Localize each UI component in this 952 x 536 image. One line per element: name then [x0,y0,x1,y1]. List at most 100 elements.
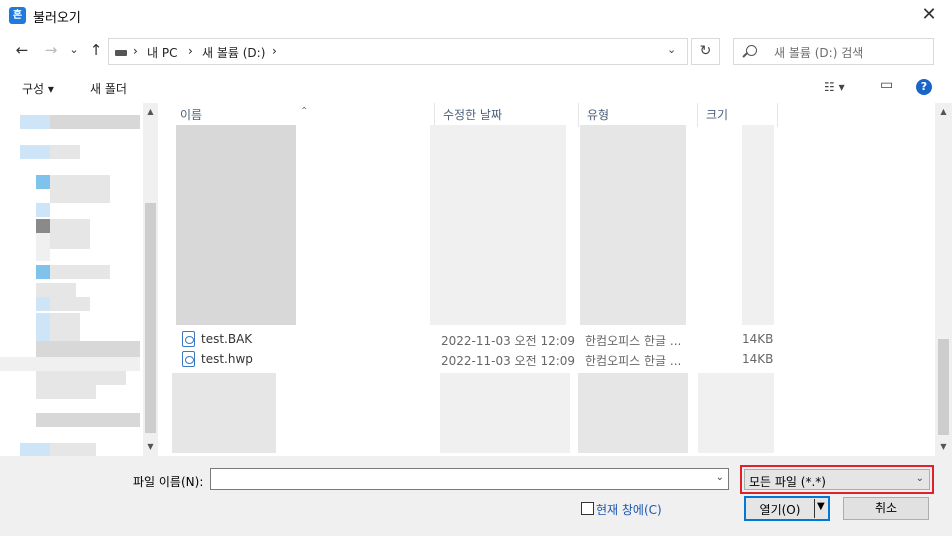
file-date: 2022-11-03 오전 12:09 [441,354,576,368]
forward-arrow-icon[interactable]: → [41,40,61,60]
scroll-down-icon[interactable]: ▼ [936,440,951,454]
breadcrumb-separator[interactable]: › [133,44,138,58]
search-input[interactable]: 새 볼륨 (D:) 검색 [774,44,863,61]
nav-item[interactable] [20,145,50,159]
search-icon [746,45,757,56]
list-item[interactable] [440,373,570,453]
dialog-footer: 파일 이름(N): ⌄ 모든 파일 (*.*) ⌄ 현재 창에(C) 열기(O)… [0,456,952,536]
filename-input[interactable]: ⌄ [210,468,729,490]
filename-label: 파일 이름(N): [133,475,204,489]
nav-item[interactable] [50,443,96,456]
nav-item[interactable] [50,313,80,343]
breadcrumb-volume-d[interactable]: 새 볼륨 (D:) [202,44,265,61]
scrollbar-thumb[interactable] [145,203,156,433]
nav-item[interactable] [36,297,50,311]
scroll-up-icon[interactable]: ▲ [143,105,158,119]
scrollbar-thumb[interactable] [938,339,949,435]
file-type: 한컴오피스 한글 ... [585,354,682,368]
file-size: 14KB [742,352,774,366]
file-list-scrollbar[interactable]: ▲ ▼ [935,103,952,456]
nav-item[interactable] [36,413,140,427]
file-list[interactable]: 이름 ⌃ 수정한 날짜 유형 크기 test.BAK 2022-11-03 오전… [158,103,935,456]
file-type-filter-highlight: 모든 파일 (*.*) ⌄ [740,465,934,494]
file-name: test.hwp [201,352,253,366]
preview-pane-icon[interactable]: ▭ [880,77,893,93]
chevron-down-icon[interactable]: ⌄ [716,472,724,483]
open-options-dropdown-icon[interactable]: ▼ [817,501,825,512]
column-header-size[interactable]: 크기 [698,103,778,127]
address-dropdown-chevron-icon[interactable]: ⌄ [667,43,676,56]
nav-item[interactable] [36,371,126,385]
open-button[interactable]: 열기(O) ▼ [744,496,830,521]
list-item[interactable] [172,373,276,453]
nav-item[interactable] [36,313,50,343]
nav-item[interactable] [36,219,50,233]
back-arrow-icon[interactable]: ← [12,40,32,60]
new-folder-button[interactable]: 새 폴더 [90,80,127,97]
file-type-filter-value: 모든 파일 (*.*) [749,475,826,489]
nav-item[interactable] [0,357,140,371]
scroll-down-icon[interactable]: ▼ [143,440,158,454]
scroll-up-icon[interactable]: ▲ [936,105,951,119]
nav-item[interactable] [50,115,140,129]
current-window-label[interactable]: 현재 창에(C) [596,501,662,518]
help-icon[interactable]: ? [916,79,932,95]
up-arrow-icon[interactable]: ↑ [86,40,106,60]
view-options-icon[interactable]: ☷ ▾ [824,80,845,94]
list-item[interactable] [698,373,774,453]
nav-item[interactable] [36,341,140,357]
address-bar[interactable]: › 내 PC › 새 볼륨 (D:) › ⌄ [108,38,688,65]
drive-icon [115,50,127,56]
breadcrumb-this-pc[interactable]: 내 PC [147,44,177,61]
nav-item[interactable] [20,115,50,129]
nav-item[interactable] [36,385,96,399]
nav-item[interactable] [36,233,50,261]
navigation-bar: ← → ⌄ ↑ › 내 PC › 새 볼륨 (D:) › ⌄ ↻ 새 볼륨 (D… [0,33,952,69]
list-item[interactable] [580,125,686,325]
nav-item[interactable] [50,265,110,279]
list-item[interactable] [578,373,688,453]
window-title: 불러오기 [33,11,81,26]
nav-item[interactable] [36,265,50,279]
column-header-date[interactable]: 수정한 날짜 [435,103,579,127]
file-date: 2022-11-03 오전 12:09 [441,334,576,348]
table-row[interactable]: test.hwp 2022-11-03 오전 12:09 한컴오피스 한글 ..… [174,349,774,369]
navigation-pane-scrollbar[interactable]: ▲ ▼ [143,103,158,456]
cancel-button[interactable]: 취소 [843,497,929,520]
nav-item[interactable] [36,175,50,189]
recent-locations-chevron-icon[interactable]: ⌄ [64,40,84,60]
search-box[interactable]: 새 볼륨 (D:) 검색 [733,38,934,65]
breadcrumb-separator[interactable]: › [272,44,277,58]
nav-item[interactable] [36,203,50,217]
column-header-name[interactable]: 이름 ⌃ [172,103,435,127]
nav-item[interactable] [50,219,90,249]
close-icon[interactable]: ✕ [914,3,944,27]
nav-item[interactable] [50,297,90,311]
file-size: 14KB [742,332,774,346]
sort-ascending-icon: ⌃ [300,106,309,117]
file-type: 한컴오피스 한글 ... [585,334,682,348]
hwp-file-icon [182,331,195,347]
current-window-checkbox[interactable] [581,502,594,515]
hancom-app-icon: 흔 [9,7,26,24]
organize-menu-button[interactable]: 구성 ▾ [22,80,54,97]
column-header-type[interactable]: 유형 [579,103,698,127]
file-type-filter-select[interactable]: 모든 파일 (*.*) ⌄ [744,469,930,490]
breadcrumb-separator[interactable]: › [188,44,193,58]
nav-item[interactable] [36,283,76,297]
title-bar: 흔 불러오기 ✕ [0,0,952,31]
list-item[interactable] [742,125,774,325]
nav-item[interactable] [50,145,80,159]
nav-item[interactable] [20,443,50,456]
table-row[interactable]: test.BAK 2022-11-03 오전 12:09 한컴오피스 한글 ..… [174,329,774,349]
list-item[interactable] [430,125,566,325]
refresh-icon[interactable]: ↻ [691,38,720,65]
list-item[interactable] [176,125,296,325]
nav-item[interactable] [50,175,110,203]
open-button-label: 열기(O) [759,503,801,517]
hwp-file-icon [182,351,195,367]
command-toolbar: 구성 ▾ 새 폴더 ☷ ▾ ▭ ? [0,71,952,103]
file-name: test.BAK [201,332,253,346]
navigation-pane[interactable] [0,103,158,456]
chevron-down-icon[interactable]: ⌄ [916,473,924,484]
